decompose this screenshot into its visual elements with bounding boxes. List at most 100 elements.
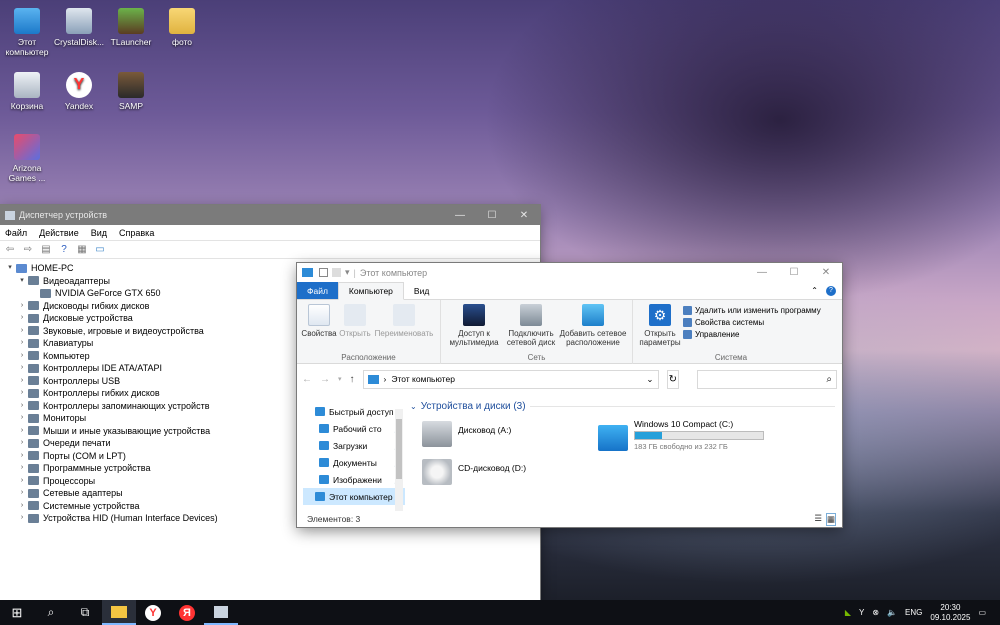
tab-file[interactable]: Файл — [297, 282, 338, 299]
menu-view[interactable]: Вид — [91, 228, 107, 238]
search-input[interactable]: ⌕ — [697, 369, 837, 389]
up-arrow-icon[interactable]: ↑ — [350, 374, 355, 385]
drive-c[interactable]: Windows 10 Compact (C:) 183 ГБ свободно … — [598, 419, 764, 451]
collapse-arrow-icon[interactable]: ▾ — [16, 275, 28, 288]
nav-scrollbar[interactable] — [395, 409, 403, 511]
nav-item[interactable]: Изображени📌 — [303, 471, 405, 488]
open-button[interactable]: Открыть — [337, 302, 373, 338]
add-network-location-button[interactable]: Добавить сетевое расположение — [559, 302, 627, 347]
close-button[interactable]: ✕ — [810, 263, 842, 283]
breadcrumb-chevron-icon[interactable]: › — [384, 374, 387, 384]
media-access-button[interactable]: Доступ к мультимедиа — [445, 302, 503, 347]
expand-arrow-icon[interactable]: › — [16, 462, 28, 475]
qat-dropdown-icon[interactable]: ▾ — [345, 267, 350, 278]
rename-button[interactable]: Переименовать — [373, 302, 435, 338]
back-arrow-icon[interactable]: ⇦ — [4, 244, 16, 256]
tab-computer[interactable]: Компьютер — [337, 282, 404, 300]
expand-arrow-icon[interactable]: › — [16, 425, 28, 438]
network-disconnected-icon[interactable]: ⊗ — [872, 608, 879, 617]
map-drive-button[interactable]: Подключить сетевой диск — [503, 302, 559, 347]
desktop-icon-samp[interactable]: SAMP — [104, 68, 158, 111]
collapse-arrow-icon[interactable]: ▾ — [4, 262, 16, 275]
file-explorer-icon[interactable] — [102, 600, 136, 625]
device-manager-taskbar-icon[interactable] — [204, 600, 238, 625]
notification-icon[interactable]: ▭ — [978, 608, 986, 617]
forward-arrow-icon[interactable]: ⇨ — [22, 244, 34, 256]
system-properties-button[interactable]: Свойства системы — [683, 318, 821, 327]
menu-help[interactable]: Справка — [119, 228, 154, 238]
ribbon-collapse-icon[interactable]: ⌃ — [811, 286, 818, 295]
breadcrumb[interactable]: Этот компьютер — [391, 374, 455, 384]
start-button[interactable]: ⊞ — [0, 600, 34, 625]
open-settings-button[interactable]: ⚙ Открыть параметры — [637, 302, 683, 347]
scrollbar-thumb[interactable] — [396, 419, 402, 479]
expand-arrow-icon[interactable]: › — [16, 487, 28, 500]
desktop-icon-recycle-bin[interactable]: Корзина — [0, 68, 54, 111]
menu-file[interactable]: Файл — [5, 228, 27, 238]
nav-item[interactable]: Документы📌 — [303, 454, 405, 471]
close-button[interactable]: ✕ — [508, 205, 540, 225]
expand-arrow-icon[interactable]: › — [16, 500, 28, 513]
maximize-button[interactable]: ☐ — [476, 205, 508, 225]
yandex-browser-icon[interactable]: Y — [136, 600, 170, 625]
minimize-button[interactable]: — — [444, 205, 476, 225]
properties-icon[interactable]: ▤ — [40, 244, 52, 256]
desktop-icon-arizona[interactable]: Arizona Games ... — [0, 130, 54, 183]
devices-section-header[interactable]: ⌄ Устройства и диски (3) — [410, 401, 835, 412]
address-bar[interactable]: › Этот компьютер ⌄ — [362, 369, 659, 389]
help-icon[interactable]: ? — [826, 285, 836, 296]
back-arrow-icon[interactable]: ← — [302, 374, 312, 385]
nvidia-icon[interactable]: ◣ — [845, 608, 851, 617]
tab-view[interactable]: Вид — [404, 282, 439, 299]
address-dropdown-icon[interactable]: ⌄ — [646, 374, 653, 385]
expand-arrow-icon[interactable]: › — [16, 400, 28, 413]
nav-item[interactable]: Быстрый доступ — [303, 403, 405, 420]
maximize-button[interactable]: ☐ — [778, 263, 810, 283]
expand-arrow-icon[interactable]: › — [16, 512, 28, 525]
clock[interactable]: 20:30 09.10.2025 — [930, 603, 970, 623]
volume-muted-icon[interactable]: 🔈 — [887, 608, 897, 617]
expand-arrow-icon[interactable]: › — [16, 375, 28, 388]
uninstall-program-button[interactable]: Удалить или изменить программу — [683, 306, 821, 315]
yandex-icon[interactable]: Я — [170, 600, 204, 625]
yandex-tray-icon[interactable]: Y — [859, 608, 864, 617]
nav-item[interactable]: Загрузки📌 — [303, 437, 405, 454]
minimize-button[interactable]: — — [746, 263, 778, 283]
details-view-icon[interactable]: ☰ — [814, 513, 822, 526]
menu-action[interactable]: Действие — [39, 228, 79, 238]
expand-arrow-icon[interactable]: › — [16, 475, 28, 488]
expand-arrow-icon[interactable]: › — [16, 387, 28, 400]
expand-arrow-icon[interactable]: › — [16, 362, 28, 375]
properties-button[interactable]: Свойства — [301, 302, 337, 338]
expand-arrow-icon[interactable]: › — [16, 337, 28, 350]
expand-arrow-icon[interactable]: › — [16, 312, 28, 325]
drive-cd[interactable]: CD-дисковод (D:) — [422, 459, 526, 485]
nav-item[interactable]: Этот компьютер — [303, 488, 405, 505]
qat-properties-icon[interactable] — [319, 268, 328, 277]
drive-floppy[interactable]: Дисковод (A:) — [422, 421, 511, 447]
manage-button[interactable]: Управление — [683, 330, 821, 339]
desktop-icon-tlauncher[interactable]: TLauncher — [104, 4, 158, 47]
task-view-icon[interactable]: ⧉ — [68, 600, 102, 625]
nav-item[interactable]: Рабочий сто📌 — [303, 420, 405, 437]
expand-arrow-icon[interactable]: › — [16, 412, 28, 425]
forward-arrow-icon[interactable]: → — [320, 374, 330, 385]
expand-arrow-icon[interactable]: › — [16, 450, 28, 463]
help-icon[interactable]: ? — [58, 244, 70, 256]
search-icon[interactable]: ⌕ — [34, 600, 68, 625]
expand-arrow-icon[interactable]: › — [16, 350, 28, 363]
device-manager-titlebar[interactable]: Диспетчер устройств — ☐ ✕ — [0, 205, 540, 225]
expand-arrow-icon[interactable]: › — [16, 300, 28, 313]
desktop-icon-photo-folder[interactable]: фото — [155, 4, 209, 47]
recent-dropdown-icon[interactable]: ▾ — [338, 375, 342, 383]
language-indicator[interactable]: ENG — [905, 608, 922, 617]
desktop-icon-this-pc[interactable]: Этот компьютер — [0, 4, 54, 57]
refresh-button[interactable]: ↻ — [666, 369, 679, 389]
tiles-view-icon[interactable]: ▦ — [825, 512, 836, 526]
expand-arrow-icon[interactable]: › — [16, 325, 28, 338]
desktop-icon-yandex[interactable]: Y Yandex — [52, 68, 106, 111]
update-driver-icon[interactable]: ▦ — [76, 244, 88, 256]
qat-newfolder-icon[interactable] — [332, 268, 341, 277]
monitor-icon[interactable]: ▭ — [94, 244, 106, 256]
desktop-icon-crystaldisk[interactable]: CrystalDisk... — [52, 4, 106, 47]
